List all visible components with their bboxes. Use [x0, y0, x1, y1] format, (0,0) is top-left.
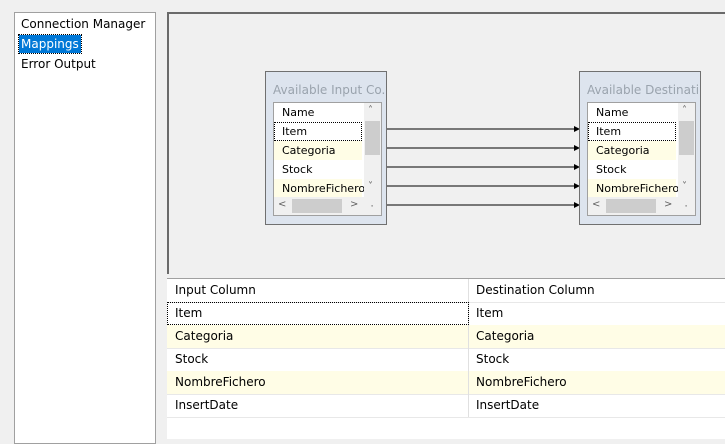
chevron-left-icon[interactable]: <: [278, 199, 286, 210]
destination-cell[interactable]: Item: [468, 302, 503, 325]
input-cell[interactable]: NombreFichero: [167, 371, 469, 394]
nav-error-output[interactable]: Error Output: [19, 55, 98, 73]
horizontal-scrollbar[interactable]: < > ⠠: [274, 197, 381, 215]
table-row[interactable]: InsertDate InsertDate: [167, 394, 725, 418]
list-header: Name: [596, 106, 629, 119]
destination-cell[interactable]: Stock: [468, 348, 509, 371]
input-cell[interactable]: Stock: [167, 348, 469, 371]
chevron-left-icon[interactable]: <: [592, 199, 600, 210]
available-destination-columns[interactable]: Available Destinati... Name Item Categor…: [579, 71, 701, 225]
destination-column-list[interactable]: Name Item Categoria Stock NombreFichero …: [587, 102, 696, 216]
nav-connection-manager[interactable]: Connection Manager: [19, 15, 147, 33]
table-row[interactable]: Item Item: [167, 302, 725, 326]
chevron-right-icon[interactable]: >: [350, 199, 358, 210]
page-list: Connection Manager Mappings Error Output: [14, 12, 156, 444]
chevron-up-icon[interactable]: ˄: [368, 105, 373, 116]
horizontal-scrollbar[interactable]: < > ⠠: [588, 197, 695, 215]
destination-cell[interactable]: Categoria: [468, 325, 534, 348]
list-item[interactable]: Item: [274, 122, 362, 141]
vertical-scrollbar[interactable]: ˄ ˅: [364, 103, 381, 197]
list-item[interactable]: NombreFichero: [588, 179, 679, 198]
list-header: Name: [282, 106, 315, 119]
grid-header: Input Column Destination Column: [167, 279, 725, 303]
chevron-down-icon[interactable]: ˅: [682, 181, 687, 192]
chevron-right-icon[interactable]: >: [664, 199, 672, 210]
table-row[interactable]: Stock Stock: [167, 348, 725, 372]
input-cell[interactable]: InsertDate: [167, 394, 469, 417]
list-item[interactable]: Item: [588, 122, 676, 141]
input-column-list[interactable]: Name Item Categoria Stock NombreFichero …: [273, 102, 382, 216]
list-item[interactable]: Categoria: [588, 141, 676, 160]
resize-grip-icon[interactable]: ⠠: [368, 200, 374, 209]
list-item[interactable]: Categoria: [274, 141, 362, 160]
chevron-up-icon[interactable]: ˄: [682, 105, 687, 116]
header-destination-column[interactable]: Destination Column: [468, 279, 595, 302]
resize-grip-icon[interactable]: ⠠: [682, 200, 688, 209]
header-input-column[interactable]: Input Column: [167, 279, 469, 302]
input-cell[interactable]: Categoria: [167, 325, 469, 348]
nav-mappings[interactable]: Mappings: [18, 34, 82, 54]
list-item[interactable]: Stock: [588, 160, 676, 179]
available-input-columns[interactable]: Available Input Co... Name Item Categori…: [265, 71, 387, 225]
mapping-canvas: Available Input Co... Name Item Categori…: [167, 12, 725, 274]
box-title: Available Destinati...: [587, 83, 699, 97]
input-cell[interactable]: Item: [167, 302, 469, 325]
chevron-down-icon[interactable]: ˅: [368, 181, 373, 192]
mapping-grid: Input Column Destination Column Item Item…: [167, 278, 725, 439]
list-item[interactable]: NombreFichero: [274, 179, 365, 198]
vertical-scrollbar[interactable]: ˄ ˅: [678, 103, 695, 197]
destination-cell[interactable]: InsertDate: [468, 394, 539, 417]
box-title: Available Input Co...: [273, 83, 385, 97]
table-row[interactable]: NombreFichero NombreFichero: [167, 371, 725, 395]
destination-cell[interactable]: NombreFichero: [468, 371, 567, 394]
list-item[interactable]: Stock: [274, 160, 362, 179]
table-row[interactable]: Categoria Categoria: [167, 325, 725, 349]
